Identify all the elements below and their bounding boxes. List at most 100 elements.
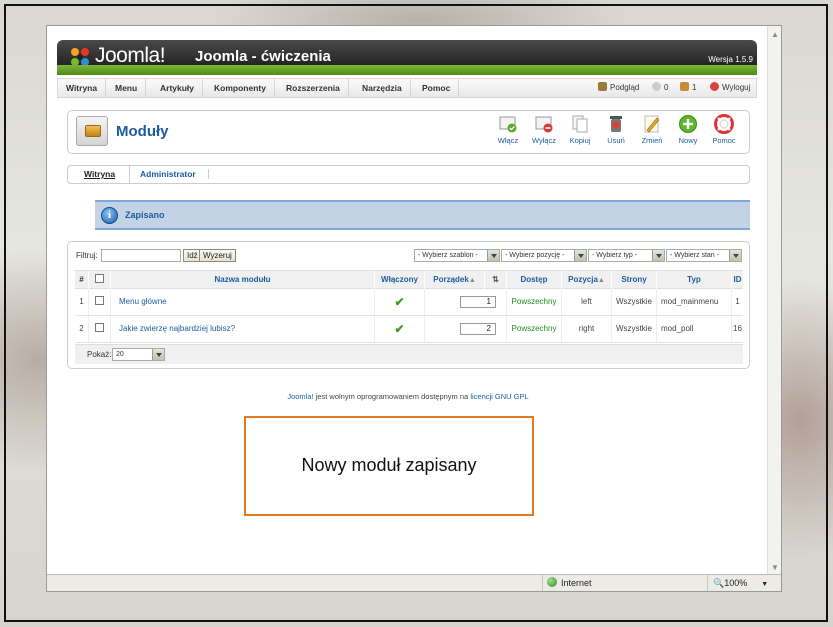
type-select[interactable]: - Wybierz typ - <box>588 249 665 262</box>
col-select-all[interactable] <box>89 271 111 289</box>
joomla-header: Joomla! Joomla - ćwiczenia Wersja 1.5.9 <box>57 40 757 75</box>
menu-item-components[interactable]: Komponenty <box>206 79 275 97</box>
id-value: 1 <box>735 297 740 306</box>
submenu-bar: Witryna Administrator <box>67 165 750 184</box>
security-zone: Internet <box>542 575 707 591</box>
copy-button[interactable]: Kopiuj <box>563 114 597 145</box>
unpublish-button[interactable]: Wyłącz <box>527 114 561 145</box>
row-checkbox-cell[interactable] <box>89 289 111 315</box>
access-link[interactable]: Powszechny <box>507 316 562 342</box>
new-label: Nowy <box>678 136 698 145</box>
scroll-up-icon[interactable]: ▲ <box>768 28 782 41</box>
help-button[interactable]: Pomoc <box>707 114 741 145</box>
scroll-down-icon[interactable]: ▼ <box>768 561 782 574</box>
tab-administrator[interactable]: Administrator <box>129 166 196 183</box>
copy-label: Kopiuj <box>569 136 591 145</box>
annotation-box: Nowy moduł zapisany <box>244 416 534 516</box>
order-cell: 2 <box>425 316 507 342</box>
menu-item-tools[interactable]: Narzędzia <box>354 79 411 97</box>
preview-link[interactable]: Podgląd <box>598 79 639 97</box>
edit-label: Zmień <box>641 136 663 145</box>
users-indicator[interactable]: 1 <box>680 79 696 97</box>
delete-label: Usuń <box>607 136 625 145</box>
position-select[interactable]: - Wybierz pozycję - <box>501 249 587 262</box>
zoom-level: 100% <box>724 578 748 588</box>
new-button[interactable]: Nowy <box>671 114 705 145</box>
enabled-toggle[interactable]: ✔ <box>375 316 425 342</box>
col-enabled[interactable]: Włączony <box>375 271 425 289</box>
edit-icon <box>644 115 660 133</box>
zoom-control[interactable]: 🔍100% ▼ <box>707 575 782 591</box>
menu-item-menu[interactable]: Menu <box>107 79 147 97</box>
reset-button[interactable]: Wyzeruj <box>199 249 236 262</box>
table-header: # Nazwa modułu Włączony Porządek▲ ⇅ Dost… <box>75 270 743 289</box>
state-select[interactable]: - Wybierz stan - <box>666 249 742 262</box>
zone-label: Internet <box>561 578 592 588</box>
select-all-checkbox[interactable] <box>95 274 104 283</box>
col-save-order[interactable]: ⇅ <box>485 271 507 289</box>
messages-indicator[interactable]: 0 <box>652 79 668 97</box>
joomla-link[interactable]: Joomla! <box>287 392 313 401</box>
col-type[interactable]: Typ <box>657 271 732 289</box>
unpublish-label: Wyłącz <box>531 136 557 145</box>
position-value: right <box>562 316 612 342</box>
enabled-toggle[interactable]: ✔ <box>375 289 425 315</box>
position-select-value: - Wybierz pozycję - <box>505 252 565 259</box>
checkmark-icon: ✔ <box>394 295 405 309</box>
table-row: 1 Menu główne ✔ 1 Powszechny left Wszyst… <box>75 289 743 316</box>
menu-item-extensions[interactable]: Rozszerzenia <box>278 79 349 97</box>
table-row: 2 Jakie zwierzę najbardziej lubisz? ✔ 2 … <box>75 316 743 343</box>
menu-item-help[interactable]: Pomoc <box>414 79 460 97</box>
order-input[interactable]: 1 <box>460 295 496 308</box>
chevron-down-icon <box>652 250 664 261</box>
edit-button[interactable]: Zmień <box>635 114 669 145</box>
template-select[interactable]: - Wybierz szablon - <box>414 249 500 262</box>
filter-input[interactable] <box>101 249 181 262</box>
license-link[interactable]: licencji GNU GPL <box>470 392 528 401</box>
vertical-scrollbar[interactable]: ▲ ▼ <box>767 26 781 576</box>
help-label: Pomoc <box>712 136 736 145</box>
module-name-link[interactable]: Jakie zwierzę najbardziej lubisz? <box>111 316 375 342</box>
order-input[interactable]: 2 <box>460 322 496 335</box>
col-access[interactable]: Dostęp <box>507 271 562 289</box>
chevron-down-icon <box>487 250 499 261</box>
zoom-icon: 🔍 <box>713 578 725 588</box>
template-select-value: - Wybierz szablon - <box>418 252 478 259</box>
display-limit-select[interactable]: 20 <box>112 348 165 361</box>
publish-label: Włącz <box>497 136 519 145</box>
browser-status-bar: Internet 🔍100% ▼ <box>47 574 781 591</box>
col-position[interactable]: Pozycja▲ <box>562 271 612 289</box>
access-link[interactable]: Powszechny <box>507 289 562 315</box>
site-title: Joomla - ćwiczenia <box>195 48 331 65</box>
row-checkbox[interactable] <box>95 323 104 332</box>
chevron-down-icon <box>152 349 164 360</box>
menu-item-witryna[interactable]: Witryna <box>58 79 107 97</box>
row-number: 1 <box>75 289 89 315</box>
logout-link[interactable]: Wyloguj <box>710 79 750 97</box>
row-checkbox-cell[interactable] <box>89 316 111 342</box>
pages-value: Wszystkie <box>612 316 657 342</box>
id-value: 16 <box>733 324 742 333</box>
state-select-value: - Wybierz stan - <box>670 252 719 259</box>
type-value: mod_poll <box>657 316 732 342</box>
publish-icon <box>499 116 517 133</box>
pages-value: Wszystkie <box>612 289 657 315</box>
message-text: Zapisano <box>125 210 165 220</box>
position-value: left <box>562 289 612 315</box>
delete-button[interactable]: Usuń <box>599 114 633 145</box>
tab-site[interactable]: Witryna <box>84 166 115 183</box>
globe-icon <box>547 577 557 587</box>
system-message: i Zapisano <box>95 200 750 230</box>
publish-button[interactable]: Włącz <box>491 114 525 145</box>
col-module-name[interactable]: Nazwa modułu <box>111 271 375 289</box>
col-pages[interactable]: Strony <box>612 271 657 289</box>
row-checkbox[interactable] <box>95 296 104 305</box>
users-icon <box>680 82 689 91</box>
annotation-text: Nowy moduł zapisany <box>301 455 477 475</box>
admin-menu-bar: Witryna Menu Artykuły Komponenty Rozszer… <box>57 78 757 98</box>
menu-item-articles[interactable]: Artykuły <box>152 79 204 97</box>
col-id[interactable]: ID <box>732 271 743 289</box>
logout-icon <box>710 82 719 91</box>
module-name-link[interactable]: Menu główne <box>111 289 375 315</box>
col-order[interactable]: Porządek▲ <box>425 271 485 289</box>
